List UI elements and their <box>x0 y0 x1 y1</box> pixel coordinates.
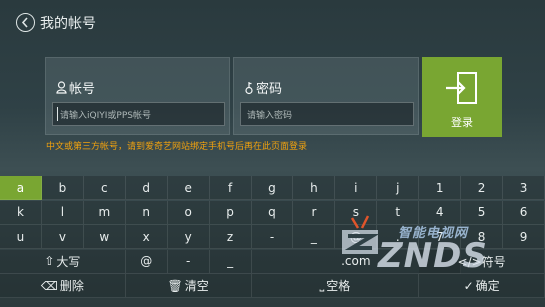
key-j[interactable]: j <box>377 176 420 200</box>
delete-key-label: 删除 <box>59 279 84 293</box>
account-placeholder: 请输入iQIYI或PPS帐号 <box>60 111 151 121</box>
key-v[interactable]: v <box>41 225 84 249</box>
shift-key[interactable]: ⇧ 大写 <box>0 249 126 274</box>
backspace-icon: ⌫ <box>40 278 58 293</box>
key-b[interactable]: b <box>41 176 84 200</box>
on-screen-keyboard: a b c d e f g h i j 1 2 3 k l m n o p q r s t 4 5 6 u v w x y z - _ @. 7 8 9 ⇧… <box>0 176 545 307</box>
account-card: 帐号 请输入iQIYI或PPS帐号 <box>45 57 230 135</box>
key-o[interactable]: o <box>167 200 210 225</box>
key--[interactable]: - <box>251 225 294 249</box>
key-6[interactable]: 6 <box>503 200 545 225</box>
key-5[interactable]: 5 <box>461 200 504 225</box>
key-at-label: @ <box>140 254 153 268</box>
delete-key[interactable]: ⌫ 删除 <box>0 274 126 298</box>
key-7[interactable]: 7 <box>419 225 462 249</box>
key-h[interactable]: h <box>293 176 336 200</box>
key-f[interactable]: f <box>209 176 252 200</box>
key-i[interactable]: i <box>335 176 378 200</box>
page-title: 我的帐号 <box>40 16 96 32</box>
shift-icon: ⇧ <box>44 254 55 268</box>
key-g[interactable]: g <box>251 176 294 200</box>
key-u[interactable]: u <box>0 225 42 249</box>
space-key-label: 空格 <box>326 279 351 293</box>
key-underscore-label: _ <box>227 254 234 268</box>
key-w[interactable]: w <box>83 225 126 249</box>
password-label: 密码 <box>256 82 283 97</box>
key-y[interactable]: y <box>167 225 210 249</box>
key-l[interactable]: l <box>41 200 84 225</box>
top-bar: 我的帐号 <box>0 0 545 46</box>
key-c[interactable]: c <box>83 176 126 200</box>
key-9[interactable]: 9 <box>503 225 545 249</box>
key-8[interactable]: 8 <box>461 225 504 249</box>
user-icon <box>56 81 67 94</box>
key-@[interactable]: @ <box>335 225 378 249</box>
account-label-row: 帐号 <box>56 78 95 97</box>
key-m[interactable]: m <box>83 200 126 225</box>
login-button[interactable]: 登录 <box>422 57 502 137</box>
login-icon <box>446 72 477 104</box>
login-label: 登录 <box>451 116 473 129</box>
key-_[interactable]: _ <box>293 225 336 249</box>
key-s[interactable]: s <box>335 200 378 225</box>
chevron-left-icon <box>21 17 28 28</box>
key-x[interactable]: x <box>125 225 168 249</box>
key-d[interactable]: d <box>125 176 168 200</box>
password-card: 密码 请输入密码 <box>233 57 419 135</box>
password-label-row: 密码 <box>244 78 282 97</box>
symbols-key[interactable]: </>符号 <box>419 249 545 274</box>
key-dash-label: - <box>185 254 191 268</box>
key-t[interactable]: t <box>377 200 420 225</box>
login-hint: 中文或第三方帐号，请到爱奇艺网站绑定手机号后再在此页面登录 <box>46 142 308 152</box>
key-.[interactable]: . <box>377 225 420 249</box>
confirm-key[interactable]: ✓ 确定 <box>419 274 545 298</box>
account-label: 帐号 <box>69 82 96 97</box>
trash-icon: 🗑 <box>167 278 183 293</box>
key-z[interactable]: z <box>209 225 252 249</box>
key-k[interactable]: k <box>0 200 42 225</box>
key-p[interactable]: p <box>209 200 252 225</box>
password-placeholder: 请输入密码 <box>247 111 293 121</box>
key-2[interactable]: 2 <box>461 176 504 200</box>
space-key[interactable]: ⎵ 空格 <box>251 274 420 298</box>
key-1[interactable]: 1 <box>419 176 462 200</box>
key-underscore[interactable]: _ <box>209 249 252 274</box>
key-3[interactable]: 3 <box>503 176 545 200</box>
key-4[interactable]: 4 <box>419 200 462 225</box>
key-e[interactable]: e <box>167 176 210 200</box>
key-a[interactable]: a <box>0 176 42 200</box>
key-dash[interactable]: - <box>167 249 210 274</box>
check-icon: ✓ <box>463 278 474 293</box>
confirm-key-label: 确定 <box>475 279 500 293</box>
key-r[interactable]: r <box>293 200 336 225</box>
symbols-key-label: </>符号 <box>457 254 506 269</box>
dotcom-key-label: .com <box>341 254 371 268</box>
key-n[interactable]: n <box>125 200 168 225</box>
space-icon: ⎵ <box>319 278 325 292</box>
back-button[interactable] <box>16 13 35 32</box>
clear-key[interactable]: 🗑 清空 <box>125 274 252 298</box>
key-icon <box>245 81 253 94</box>
text-caret <box>57 107 58 121</box>
key-at[interactable]: @ <box>125 249 168 274</box>
key-q[interactable]: q <box>251 200 294 225</box>
clear-key-label: 清空 <box>184 279 209 293</box>
account-input[interactable]: 请输入iQIYI或PPS帐号 <box>52 102 225 126</box>
shift-key-label: 大写 <box>56 254 81 269</box>
password-input[interactable]: 请输入密码 <box>240 102 414 126</box>
